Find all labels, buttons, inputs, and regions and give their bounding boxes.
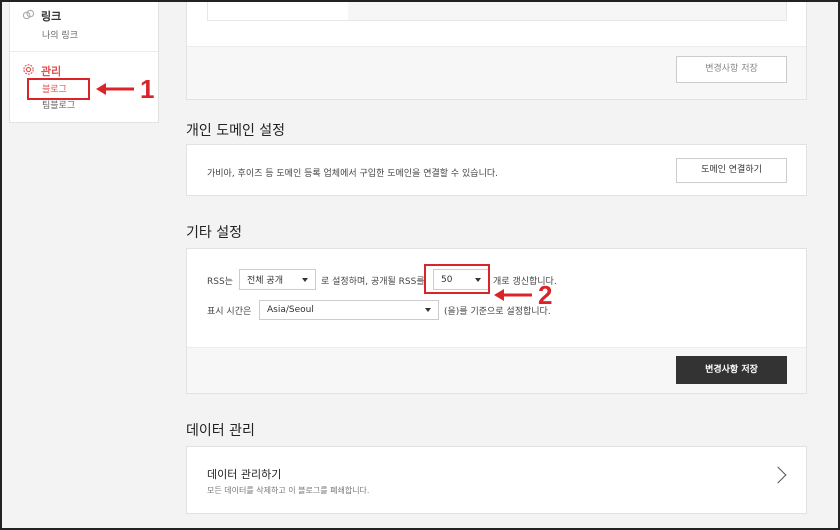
other-settings-card: RSS는 전체 공개 로 설정하며, 공개될 RSS를 50 개로 갱신합니다.… — [186, 248, 807, 394]
rss-count-value: 50 — [441, 274, 453, 285]
save-changes-button-top[interactable]: 변경사항 저장 — [676, 56, 787, 83]
annotation-number-2: 2 — [538, 280, 553, 310]
save-changes-button[interactable]: 변경사항 저장 — [676, 356, 787, 384]
top-card-content — [207, 0, 787, 21]
arrow-left-icon — [494, 289, 532, 301]
data-management-description: 모든 데이터를 삭제하고 이 블로그를 폐쇄합니다. — [207, 486, 370, 495]
sidebar-link-title: 링크 — [41, 10, 62, 23]
annotation-number-1: 1 — [140, 74, 155, 104]
chevron-down-icon — [302, 277, 308, 282]
rss-prefix-label: RSS는 — [207, 277, 233, 287]
sidebar-manage-title: 관리 — [41, 65, 62, 78]
chevron-down-icon — [425, 308, 431, 312]
sidebar-manage-header[interactable]: 관리 — [22, 63, 61, 79]
rss-middle-label: 로 설정하며, 공개될 RSS를 — [321, 277, 425, 287]
data-management-card[interactable]: 데이터 관리하기 모든 데이터를 삭제하고 이 블로그를 폐쇄합니다. — [186, 446, 807, 514]
sidebar-item-blog[interactable]: 블로그 — [42, 82, 67, 95]
annotation-arrow-2: 2 — [494, 282, 552, 308]
sidebar-item-my-link[interactable]: 나의 링크 — [42, 28, 78, 41]
time-prefix-label: 표시 시간은 — [207, 307, 252, 317]
rss-visibility-select[interactable]: 전체 공개 — [239, 269, 316, 290]
arrow-left-icon — [96, 83, 134, 95]
settings-card-top: 변경사항 저장 — [186, 0, 807, 100]
gear-icon — [22, 63, 35, 79]
rss-visibility-value: 전체 공개 — [247, 276, 283, 286]
sidebar: 링크 나의 링크 관리 블로그 팀블로그 — [9, 0, 159, 123]
link-icon — [22, 8, 35, 24]
other-card-footer: 변경사항 저장 — [187, 347, 806, 393]
chevron-down-icon — [475, 277, 481, 282]
connect-domain-button[interactable]: 도메인 연결하기 — [676, 158, 787, 183]
domain-card: 가비아, 후이즈 등 도메인 등록 업체에서 구입한 도메인을 연결할 수 있습… — [186, 144, 807, 196]
timezone-select[interactable]: Asia/Seoul — [259, 300, 439, 320]
sidebar-group-link: 링크 나의 링크 — [10, 0, 158, 52]
chevron-right-icon[interactable] — [769, 466, 787, 484]
rss-count-select[interactable]: 50 — [433, 269, 489, 290]
other-section-title: 기타 설정 — [186, 225, 242, 241]
top-card-footer: 변경사항 저장 — [187, 46, 806, 99]
data-section-title: 데이터 관리 — [186, 423, 255, 439]
data-management-title: 데이터 관리하기 — [207, 468, 282, 481]
timezone-value: Asia/Seoul — [267, 305, 314, 315]
domain-description: 가비아, 후이즈 등 도메인 등록 업체에서 구입한 도메인을 연결할 수 있습… — [207, 169, 499, 179]
sidebar-item-team-blog[interactable]: 팀블로그 — [42, 98, 75, 111]
annotation-arrow-1: 1 — [96, 76, 154, 102]
domain-section-title: 개인 도메인 설정 — [186, 123, 286, 139]
sidebar-link-header[interactable]: 링크 — [22, 8, 61, 24]
